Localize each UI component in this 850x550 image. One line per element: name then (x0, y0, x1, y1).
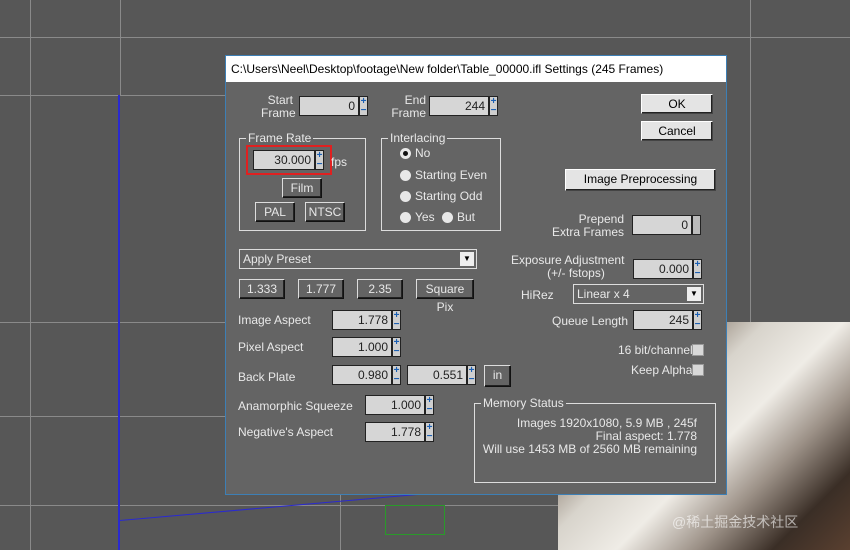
film-button[interactable]: Film (282, 178, 322, 198)
start-frame-label: Start Frame (261, 93, 296, 120)
queue-length-input[interactable]: 245 (633, 310, 693, 330)
grid-line (340, 495, 341, 550)
frame-rate-title: Frame Rate (246, 131, 314, 145)
grid-line (120, 0, 121, 95)
radio-starting-even[interactable]: Starting Even (400, 168, 487, 182)
watermark: @稀土掘金技术社区 (672, 514, 799, 530)
memory-status-text: Images 1920x1080, 5.9 MB , 245f Final as… (483, 417, 697, 456)
negative-aspect-label: Negative's Aspect (238, 425, 334, 439)
grid-line (30, 0, 31, 550)
radio-yes[interactable]: Yes (400, 210, 435, 224)
chevron-down-icon: ▼ (460, 252, 474, 266)
pixel-aspect-input[interactable]: 1.000 (332, 337, 392, 357)
preset-1333-button[interactable]: 1.333 (239, 279, 285, 299)
pixel-aspect-label: Pixel Aspect (238, 340, 304, 354)
keep-alpha-label: Keep Alpha (631, 363, 693, 377)
exposure-label: Exposure Adjustment (+/- fstops) (511, 253, 625, 280)
radio-but[interactable]: But (442, 210, 475, 224)
ntsc-button[interactable]: NTSC (305, 202, 345, 222)
memory-usage: Will use 1453 MB of 2560 MB remaining (482, 442, 697, 456)
preset-1777-button[interactable]: 1.777 (298, 279, 344, 299)
axis-line (118, 95, 120, 550)
hirez-dropdown[interactable]: Linear x 4 ▼ (573, 284, 704, 304)
anamorphic-label: Anamorphic Squeeze (238, 399, 353, 413)
chevron-down-icon: ▼ (687, 287, 701, 301)
back-plate-height-input[interactable]: 0.551 (407, 365, 467, 385)
back-plate-width-input[interactable]: 0.980 (332, 365, 392, 385)
units-button[interactable]: in (484, 365, 511, 387)
image-preprocessing-button[interactable]: Image Preprocessing (565, 169, 716, 191)
square-pix-button[interactable]: Square Pix (416, 279, 474, 314)
end-frame-input[interactable]: 244 (429, 96, 489, 116)
image-aspect-label: Image Aspect (238, 313, 311, 327)
back-plate-width-spinner[interactable]: + − (392, 365, 401, 385)
exposure-input[interactable]: 0.000 (633, 259, 693, 279)
grid-line (0, 37, 850, 38)
radio-starting-odd[interactable]: Starting Odd (400, 189, 482, 203)
apply-preset-dropdown[interactable]: Apply Preset ▼ (239, 249, 477, 269)
end-frame-label: End Frame (391, 93, 426, 120)
pal-button[interactable]: PAL (255, 202, 295, 222)
memory-status-group: Memory Status Images 1920x1080, 5.9 MB ,… (474, 396, 716, 483)
prepend-label: Prepend Extra Frames (551, 212, 624, 239)
end-frame-spinner[interactable]: + − (489, 96, 498, 116)
start-frame-input[interactable]: 0 (299, 96, 359, 116)
negative-aspect-spinner[interactable]: + − (425, 422, 434, 442)
interlacing-group: Interlacing (381, 131, 501, 231)
anamorphic-spinner[interactable]: + − (425, 395, 434, 415)
image-aspect-input[interactable]: 1.778 (332, 310, 392, 330)
queue-length-spinner[interactable]: + − (693, 310, 702, 330)
negative-aspect-input[interactable]: 1.778 (365, 422, 425, 442)
cancel-button[interactable]: Cancel (641, 121, 713, 141)
prepend-spinner[interactable] (692, 215, 701, 235)
exposure-spinner[interactable]: + − (693, 259, 702, 279)
anamorphic-input[interactable]: 1.000 (365, 395, 425, 415)
bit16-checkbox[interactable] (692, 344, 704, 356)
radio-no[interactable]: No (400, 146, 430, 160)
back-plate-height-spinner[interactable]: + − (467, 365, 476, 385)
preset-235-button[interactable]: 2.35 (357, 279, 403, 299)
dialog-title: C:\Users\Neel\Desktop\footage\New folder… (226, 56, 726, 82)
frame-rate-input[interactable]: 30.000 (253, 150, 315, 170)
start-frame-spinner[interactable]: + − (359, 96, 368, 116)
prepend-input[interactable]: 0 (632, 215, 692, 235)
hirez-label: HiRez (521, 288, 554, 302)
grid-line (0, 95, 225, 96)
keep-alpha-checkbox[interactable] (692, 364, 704, 376)
bit16-label: 16 bit/channel (618, 343, 693, 357)
ifl-settings-dialog: C:\Users\Neel\Desktop\footage\New folder… (225, 55, 727, 495)
interlacing-title: Interlacing (388, 131, 448, 145)
ok-button[interactable]: OK (641, 94, 713, 114)
frame-rate-spinner[interactable]: + − (315, 150, 324, 170)
image-aspect-spinner[interactable]: + − (392, 310, 401, 330)
back-plate-label: Back Plate (238, 370, 296, 384)
queue-length-label: Queue Length (552, 314, 629, 328)
gizmo (385, 505, 445, 535)
memory-status-title: Memory Status (481, 396, 566, 410)
axis-line (119, 493, 419, 521)
grid-line (750, 0, 751, 322)
fps-label: fps (331, 155, 348, 169)
pixel-aspect-spinner[interactable]: + − (392, 337, 401, 357)
